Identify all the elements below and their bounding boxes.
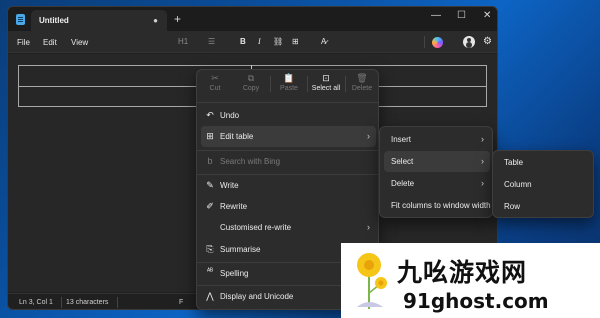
tab-untitled[interactable]: Untitled ●	[31, 10, 167, 31]
list-icon[interactable]: ☰	[208, 37, 215, 46]
delete-button[interactable]: 🗑 Delete	[345, 73, 379, 97]
select-submenu: Table Column Row	[492, 150, 594, 218]
edit-table-icon: ⊞	[206, 131, 214, 141]
menu-divider	[197, 102, 378, 103]
copilot-icon[interactable]	[432, 37, 443, 48]
character-count: 13 characters	[66, 299, 109, 306]
rewrite-icon: ✐	[206, 201, 214, 211]
cut-button[interactable]: ✂ Cut	[197, 73, 233, 97]
cursor-position: Ln 3, Col 1	[19, 299, 53, 306]
paste-button[interactable]: 📋 Paste	[271, 73, 307, 97]
title-bar: Untitled ● + — ☐ ✕	[8, 7, 497, 31]
link-icon[interactable]: ⛓	[273, 37, 283, 46]
watermark-url: 91ghost.com	[403, 289, 549, 313]
format-indicator[interactable]: F	[179, 299, 183, 306]
clear-formatting-icon[interactable]: A̷	[321, 37, 326, 46]
menu-view[interactable]: View	[71, 38, 88, 47]
undo-icon: ↶	[206, 110, 214, 120]
settings-gear-icon[interactable]: ⚙	[483, 36, 492, 47]
chevron-right-icon: ›	[481, 156, 484, 166]
menu-item-search-bing[interactable]: b Search with Bing	[201, 151, 376, 172]
status-divider	[61, 297, 62, 308]
account-avatar[interactable]	[463, 36, 475, 48]
heading-dropdown[interactable]: H1	[178, 37, 188, 46]
menu-edit[interactable]: Edit	[43, 38, 57, 47]
submenu-item-fit-columns[interactable]: Fit columns to window width	[384, 195, 491, 216]
new-tab-button[interactable]: +	[174, 12, 181, 26]
unsaved-dot-icon[interactable]: ●	[153, 16, 158, 25]
menu-item-edit-table[interactable]: ⊞ Edit table ›	[201, 126, 376, 147]
trash-icon: 🗑	[356, 73, 368, 83]
select-all-icon: ⊡	[322, 73, 330, 83]
submenu-item-select[interactable]: Select ›	[384, 151, 490, 172]
chevron-right-icon: ›	[481, 134, 484, 144]
close-button[interactable]: ✕	[483, 10, 491, 21]
maximize-button[interactable]: ☐	[457, 10, 466, 21]
submenu-item-table[interactable]: Table	[497, 152, 591, 173]
menu-item-customised-rewrite[interactable]: Customised re-write ›	[201, 217, 376, 238]
submenu-item-column[interactable]: Column	[497, 174, 591, 195]
status-divider	[117, 297, 118, 308]
summarise-icon: ⎘	[206, 244, 214, 254]
submenu-item-delete[interactable]: Delete ›	[384, 173, 490, 194]
display-unicode-icon: ⋀	[206, 291, 214, 301]
menu-file[interactable]: File	[17, 38, 30, 47]
chevron-right-icon: ›	[481, 178, 484, 188]
notepad-app-icon	[16, 14, 25, 25]
chevron-right-icon: ›	[367, 222, 370, 232]
spelling-icon: ᴬᴮ	[206, 268, 214, 275]
watermark-banner: 九吆游戏网 91ghost.com	[341, 243, 600, 318]
tab-title: Untitled	[39, 16, 69, 25]
italic-button[interactable]: I	[258, 37, 261, 46]
edit-table-submenu: Insert › Select › Delete › Fit columns t…	[379, 126, 493, 218]
clipboard-row: ✂ Cut ⧉ Copy 📋 Paste ⊡ Select all 🗑 Dele…	[197, 70, 378, 98]
paste-icon: 📋	[283, 73, 295, 83]
menu-item-rewrite[interactable]: ✐ Rewrite	[201, 196, 376, 217]
select-all-button[interactable]: ⊡ Select all	[308, 73, 344, 97]
chevron-right-icon: ›	[367, 131, 370, 141]
menu-bar: File Edit View H1 ☰ B I ⛓ ⊞ A̷ ⚙	[8, 31, 497, 53]
minimize-button[interactable]: —	[431, 10, 441, 21]
cut-icon: ✂	[211, 73, 219, 83]
copy-icon: ⧉	[247, 73, 255, 83]
toolbar-separator	[424, 36, 425, 48]
table-icon[interactable]: ⊞	[292, 37, 299, 46]
submenu-item-insert[interactable]: Insert ›	[384, 129, 490, 150]
submenu-item-row[interactable]: Row	[497, 196, 591, 217]
bold-button[interactable]: B	[240, 37, 246, 46]
copy-button[interactable]: ⧉ Copy	[233, 73, 269, 97]
menu-item-undo[interactable]: ↶ Undo	[201, 105, 376, 126]
bing-icon: b	[207, 156, 213, 166]
watermark-chinese-text: 九吆游戏网	[397, 258, 528, 287]
menu-item-write[interactable]: ✎ Write	[201, 175, 376, 196]
write-pen-icon: ✎	[206, 180, 214, 190]
flower-logo-icon	[357, 253, 387, 309]
